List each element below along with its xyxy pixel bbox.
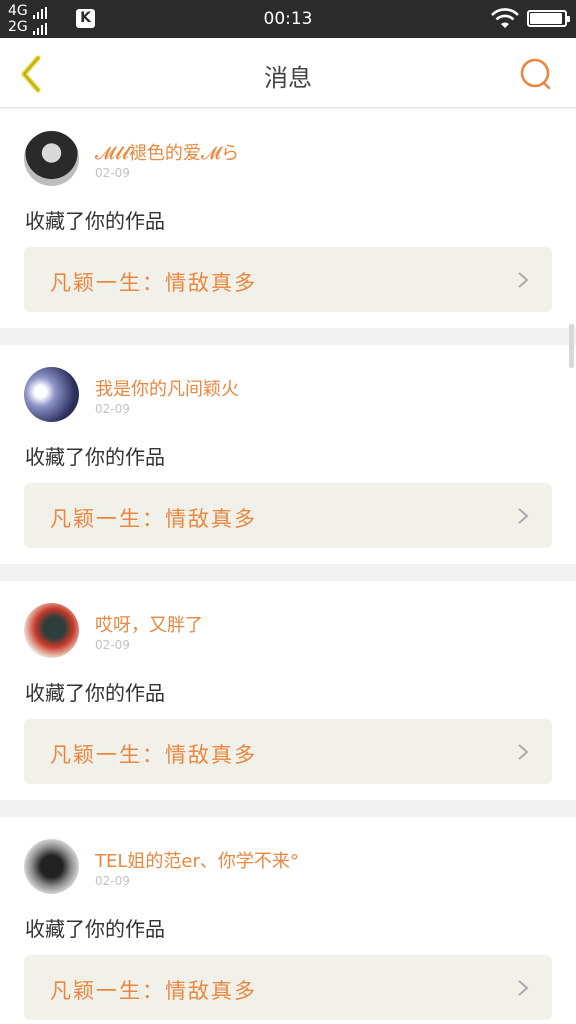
notification-date: 02-09 — [95, 402, 130, 416]
notification-action-text: 收藏了你的作品 — [25, 209, 165, 233]
notification-date: 02-09 — [95, 638, 130, 652]
notification-action-text: 收藏了你的作品 — [25, 445, 165, 469]
status-bar: 4G 2G K 00:13 — [0, 0, 576, 38]
work-link[interactable]: 凡颖一生：情敌真多 — [24, 719, 552, 784]
work-title: 凡颖一生：情敌真多 — [50, 271, 257, 295]
search-icon[interactable] — [516, 55, 556, 95]
chevron-right-icon — [518, 508, 529, 524]
battery-level — [530, 13, 563, 24]
notification-action-text: 收藏了你的作品 — [25, 917, 165, 941]
username[interactable]: 𝓜𝓵𝓵褪色的爱𝓜ら — [95, 139, 239, 165]
work-title: 凡颖一生：情敌真多 — [50, 507, 257, 531]
nav-bar: 消息 — [0, 38, 576, 108]
wifi-icon — [491, 8, 519, 28]
chevron-right-icon — [518, 744, 529, 760]
username[interactable]: 我是你的凡间颖火 — [95, 375, 239, 401]
battery-icon — [527, 10, 570, 27]
page-title: 消息 — [264, 64, 312, 92]
avatar[interactable] — [24, 839, 79, 894]
username[interactable]: TEL姐的范er、你学不来° — [95, 847, 299, 873]
chevron-right-icon — [518, 272, 529, 288]
notification-card: 我是你的凡间颖火 02-09 收藏了你的作品 凡颖一生：情敌真多 — [0, 345, 576, 564]
notification-list: 𝓜𝓵𝓵褪色的爱𝓜ら 02-09 收藏了你的作品 凡颖一生：情敌真多 我是你的凡间… — [0, 109, 576, 1024]
work-title: 凡颖一生：情敌真多 — [50, 743, 257, 767]
work-link[interactable]: 凡颖一生：情敌真多 — [24, 247, 552, 312]
avatar[interactable] — [24, 131, 79, 186]
work-link[interactable]: 凡颖一生：情敌真多 — [24, 955, 552, 1020]
notification-date: 02-09 — [95, 166, 130, 180]
chevron-right-icon — [518, 980, 529, 996]
work-title: 凡颖一生：情敌真多 — [50, 979, 257, 1003]
avatar[interactable] — [24, 603, 79, 658]
notification-card: 哎呀，又胖了 02-09 收藏了你的作品 凡颖一生：情敌真多 — [0, 581, 576, 800]
avatar[interactable] — [24, 367, 79, 422]
notification-card: TEL姐的范er、你学不来° 02-09 收藏了你的作品 凡颖一生：情敌真多 — [0, 817, 576, 1024]
notification-card: 𝓜𝓵𝓵褪色的爱𝓜ら 02-09 收藏了你的作品 凡颖一生：情敌真多 — [0, 109, 576, 328]
work-link[interactable]: 凡颖一生：情敌真多 — [24, 483, 552, 548]
scrollbar[interactable] — [569, 324, 574, 368]
notification-action-text: 收藏了你的作品 — [25, 681, 165, 705]
notification-date: 02-09 — [95, 874, 130, 888]
username[interactable]: 哎呀，又胖了 — [95, 611, 203, 637]
